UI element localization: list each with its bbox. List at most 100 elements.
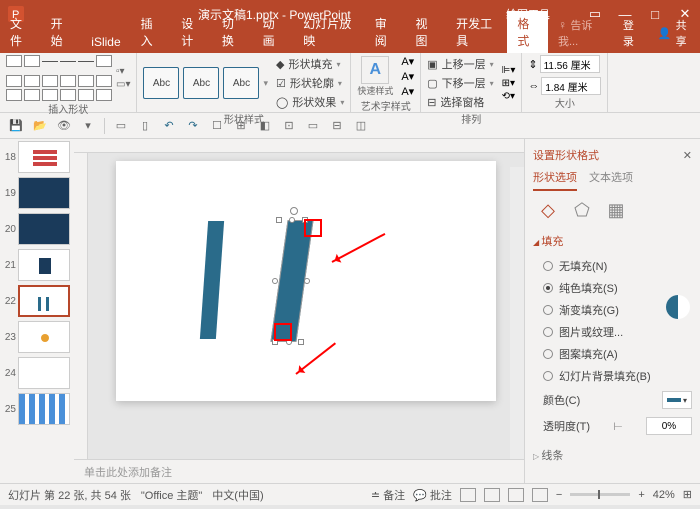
qat-btn-3[interactable]: ▯: [137, 118, 153, 134]
bring-front-button[interactable]: ▣上移一层▾: [427, 55, 493, 73]
rotation-handle[interactable]: [290, 207, 298, 215]
radio-slidebg-fill[interactable]: 幻灯片背景填充(B): [533, 365, 692, 387]
tab-slideshow[interactable]: 幻灯片放映: [293, 11, 365, 53]
transparency-input[interactable]: [646, 417, 692, 435]
height-input[interactable]: [540, 55, 600, 73]
thumb-20[interactable]: [18, 213, 70, 245]
section-line[interactable]: 线条: [533, 447, 692, 463]
share-button[interactable]: 👤共享: [650, 13, 700, 53]
zoom-slider[interactable]: [570, 493, 630, 496]
slide-canvas[interactable]: [116, 161, 496, 401]
style-preset-1[interactable]: Abc: [143, 67, 179, 99]
text-outline-button[interactable]: A▾: [401, 70, 414, 83]
login-button[interactable]: 登录: [615, 13, 650, 53]
selection-pane-button[interactable]: ⊟选择窗格: [427, 93, 493, 111]
redo-button[interactable]: ↷: [185, 118, 201, 134]
tab-insert[interactable]: 插入: [131, 11, 172, 53]
resize-handle[interactable]: [276, 217, 282, 223]
tab-format[interactable]: 格式: [507, 11, 548, 53]
effects-icon[interactable]: ⬠: [571, 199, 593, 221]
tab-developer[interactable]: 开发工具: [446, 11, 507, 53]
style-more-button[interactable]: ▾: [263, 78, 268, 89]
view-slideshow[interactable]: [532, 488, 548, 502]
shape-fill-button[interactable]: ◆形状填充▾: [276, 55, 344, 73]
group-button[interactable]: ⊞▾: [502, 78, 516, 89]
pane-close-button[interactable]: ✕: [683, 149, 692, 162]
slide-edit-zone[interactable]: [88, 153, 524, 459]
tab-islide[interactable]: iSlide: [81, 31, 130, 53]
pane-tab-shape[interactable]: 形状选项: [533, 169, 577, 191]
status-lang[interactable]: 中文(中国): [212, 487, 263, 503]
tab-home[interactable]: 开始: [41, 11, 82, 53]
notes-pane[interactable]: 单击此处添加备注: [74, 459, 524, 483]
radio-picture-fill[interactable]: 图片或纹理...: [533, 321, 692, 343]
tellme-search[interactable]: ♀ 告诉我...: [548, 13, 615, 53]
thumb-24[interactable]: [18, 357, 70, 389]
thumb-25[interactable]: [18, 393, 70, 425]
fill-color-picker[interactable]: ▾: [662, 391, 692, 409]
view-sorter[interactable]: [484, 488, 500, 502]
thumb-18[interactable]: [18, 141, 70, 173]
thumb-21[interactable]: [18, 249, 70, 281]
shape-gallery[interactable]: [6, 55, 112, 101]
resize-handle[interactable]: [289, 217, 295, 223]
tab-transition[interactable]: 切换: [212, 11, 253, 53]
zoom-out[interactable]: −: [556, 489, 562, 501]
radio-pattern-fill[interactable]: 图案填充(A): [533, 343, 692, 365]
notes-toggle[interactable]: ≐ 备注: [371, 487, 405, 503]
resize-handle[interactable]: [298, 339, 304, 345]
send-back-button[interactable]: ▢下移一层▾: [427, 74, 493, 92]
tab-design[interactable]: 设计: [171, 11, 212, 53]
text-box-button[interactable]: ▭▾: [116, 79, 130, 90]
shape-effect-button[interactable]: ◯形状效果▾: [276, 93, 344, 111]
zoom-value[interactable]: 42%: [653, 489, 675, 501]
qat-btn-4[interactable]: ☐: [209, 118, 225, 134]
tab-file[interactable]: 文件: [0, 11, 41, 53]
tab-animation[interactable]: 动画: [253, 11, 294, 53]
shape-parallelogram-1[interactable]: [200, 221, 224, 339]
comments-toggle[interactable]: 💬 批注: [413, 487, 452, 503]
radio-no-fill[interactable]: 无填充(N): [533, 255, 692, 277]
thumb-19[interactable]: [18, 177, 70, 209]
thumb-23[interactable]: [18, 321, 70, 353]
style-preset-3[interactable]: Abc: [223, 67, 259, 99]
qat-btn-9[interactable]: ⊟: [329, 118, 345, 134]
qat-btn-10[interactable]: ◫: [353, 118, 369, 134]
edit-shape-button[interactable]: ▫▾: [116, 66, 130, 77]
fill-line-icon[interactable]: ◇: [537, 199, 559, 221]
section-fill[interactable]: 填充: [533, 233, 692, 249]
thumb-num: 22: [2, 296, 16, 307]
save-button[interactable]: 💾: [8, 118, 24, 134]
radio-solid-fill[interactable]: 纯色填充(S): [533, 277, 692, 299]
vertical-scrollbar[interactable]: [510, 167, 524, 459]
resize-handle[interactable]: [304, 278, 310, 284]
wordart-quick-style[interactable]: A: [361, 56, 389, 84]
thumb-22[interactable]: [18, 285, 70, 317]
group-arrange: 排列: [461, 111, 481, 128]
open-button[interactable]: 📂: [32, 118, 48, 134]
align-button[interactable]: ⊫▾: [502, 65, 516, 76]
rotate-button[interactable]: ⟲▾: [502, 91, 516, 102]
pane-tab-text[interactable]: 文本选项: [589, 169, 633, 191]
text-fill-button[interactable]: A▾: [401, 55, 414, 68]
tab-view[interactable]: 视图: [405, 11, 446, 53]
tab-review[interactable]: 审阅: [365, 11, 406, 53]
view-normal[interactable]: [460, 488, 476, 502]
shape-outline-label: 形状轮廓: [290, 75, 334, 91]
resize-handle[interactable]: [272, 278, 278, 284]
width-input[interactable]: [541, 77, 601, 95]
zoom-in[interactable]: +: [638, 489, 644, 501]
qat-btn-5[interactable]: ⊞: [233, 118, 249, 134]
qat-btn-2[interactable]: ▭: [113, 118, 129, 134]
shape-outline-button[interactable]: ☑形状轮廓▾: [276, 74, 344, 92]
qat-btn-8[interactable]: ▭: [305, 118, 321, 134]
size-props-icon[interactable]: ▦: [605, 199, 627, 221]
style-preset-2[interactable]: Abc: [183, 67, 219, 99]
preview-button[interactable]: 👁: [56, 118, 72, 134]
fit-window[interactable]: ⊞: [683, 488, 692, 501]
undo-button[interactable]: ↶: [161, 118, 177, 134]
view-reading[interactable]: [508, 488, 524, 502]
text-effect-button[interactable]: A▾: [401, 85, 414, 98]
qat-btn-7[interactable]: ⊡: [281, 118, 297, 134]
qat-btn-6[interactable]: ◧: [257, 118, 273, 134]
